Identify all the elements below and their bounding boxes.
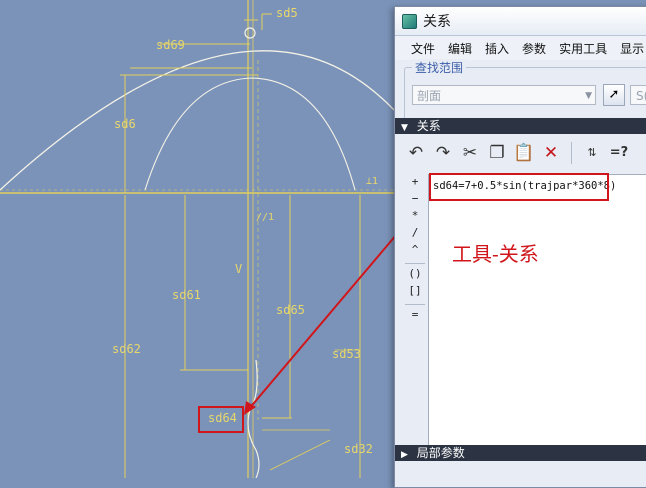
toolbar-separator <box>571 142 572 164</box>
menu-utilities[interactable]: 实用工具 <box>559 40 607 57</box>
equals-question-icon: =? <box>609 145 629 160</box>
paste-button[interactable]: 📋 <box>513 142 535 164</box>
dimension-sd53[interactable]: sd53 <box>332 347 361 361</box>
menu-parameters[interactable]: 参数 <box>522 40 546 57</box>
search-scope-group: 查找范围 剖面 ▼ ➚ S( <box>404 59 646 121</box>
sd64-highlight-box <box>198 406 244 433</box>
scope-item-select[interactable]: S( <box>630 85 646 105</box>
scope-type-value: 剖面 <box>417 89 442 103</box>
relations-section-header[interactable]: ▼ 关系 <box>395 118 646 134</box>
local-params-section-header[interactable]: ▶ 局部参数 <box>395 445 646 461</box>
undo-button[interactable]: ↶ <box>405 142 427 164</box>
operator-multiply-button[interactable]: * <box>405 209 425 226</box>
relation-highlight-box <box>429 173 609 201</box>
search-scope-legend: 查找范围 <box>412 59 467 76</box>
menu-display[interactable]: 显示 <box>620 40 644 57</box>
operator-separator <box>405 263 425 264</box>
clipboard-icon: 📋 <box>513 143 535 163</box>
local-params-section-label: 局部参数 <box>416 446 465 460</box>
scissors-icon: ✂ <box>462 143 478 163</box>
relations-section-label: 关系 <box>416 119 441 133</box>
menu-file[interactable]: 文件 <box>411 40 435 57</box>
relations-editor[interactable]: sd64=7+0.5*sin(trajpar*360*8) <box>428 174 646 446</box>
dimension-v-label: V <box>235 262 243 276</box>
dimension-sd32[interactable]: sd32 <box>344 442 373 456</box>
evaluate-button[interactable]: =? <box>608 142 630 164</box>
annotation-label: 工具-关系 <box>452 242 539 266</box>
dialog-titlebar[interactable]: 关系 <box>395 7 646 36</box>
dimension-sd5[interactable]: sd5 <box>276 6 298 20</box>
menu-bar: 文件 编辑 插入 参数 实用工具 显示 <box>395 36 646 60</box>
delete-button[interactable]: ✕ <box>540 142 562 164</box>
scope-item-value: S( <box>636 89 646 103</box>
scope-type-select[interactable]: 剖面 ▼ <box>412 85 596 105</box>
undo-icon: ↶ <box>408 143 424 163</box>
cursor-arrow-icon: ➚ <box>608 87 620 102</box>
operator-parentheses-button[interactable]: () <box>405 267 425 284</box>
relations-toolbar: ↶ ↷ ✂ ❐ 📋 ✕ ⇅ =? <box>395 137 646 169</box>
perpendicular-constraint-marker: ⊥1 <box>366 176 379 187</box>
operator-divide-button[interactable]: / <box>405 226 425 243</box>
operator-brackets-button[interactable]: [] <box>405 284 425 301</box>
cut-button[interactable]: ✂ <box>459 142 481 164</box>
operator-power-button[interactable]: ^ <box>405 243 425 260</box>
dimension-sd6[interactable]: sd6 <box>114 117 136 131</box>
redo-icon: ↷ <box>435 143 451 163</box>
menu-insert[interactable]: 插入 <box>485 40 509 57</box>
app-icon <box>402 13 417 29</box>
dimension-sd65[interactable]: sd65 <box>276 303 305 317</box>
menu-edit[interactable]: 编辑 <box>448 40 472 57</box>
expand-triangle-icon: ▶ <box>401 450 408 460</box>
operator-buttons: + − * / ^ () [] = <box>405 175 425 325</box>
dimension-sd69[interactable]: sd69 <box>156 38 185 52</box>
dimension-sd61[interactable]: sd61 <box>172 288 201 302</box>
operator-plus-button[interactable]: + <box>405 175 425 192</box>
operator-minus-button[interactable]: − <box>405 192 425 209</box>
dimension-sd62[interactable]: sd62 <box>112 342 141 356</box>
operator-equals-button[interactable]: = <box>405 308 425 325</box>
copy-button[interactable]: ❐ <box>486 142 508 164</box>
select-pointer-button[interactable]: ➚ <box>603 84 625 106</box>
switch-dimension-icon: ⇅ <box>587 146 597 159</box>
parallel-constraint-marker: //1 <box>256 212 275 223</box>
copy-icon: ❐ <box>489 143 505 163</box>
switch-dimension-button[interactable]: ⇅ <box>581 142 603 164</box>
redo-button[interactable]: ↷ <box>432 142 454 164</box>
chevron-down-icon: ▼ <box>585 91 592 101</box>
operator-separator <box>405 304 425 305</box>
dialog-title: 关系 <box>423 14 451 30</box>
collapse-triangle-icon: ▼ <box>401 123 408 133</box>
delete-x-icon: ✕ <box>543 143 559 163</box>
